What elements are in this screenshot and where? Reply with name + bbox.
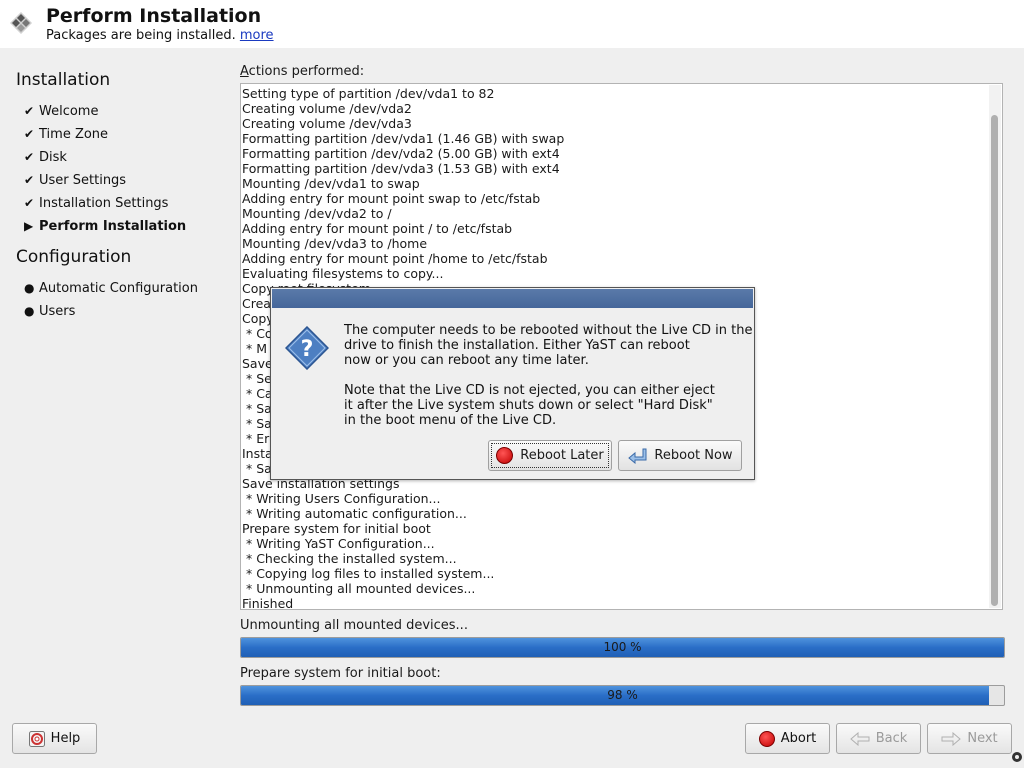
log-line: Creating volume /dev/vda2: [242, 101, 412, 116]
step-automatic-configuration: ● Automatic Configuration: [24, 281, 198, 301]
step-disk: ✔ Disk: [24, 150, 67, 170]
progress2-label: Prepare system for initial boot:: [240, 666, 441, 681]
log-line: Mounting /dev/vda3 to /home: [242, 236, 428, 251]
return-arrow-icon: [628, 448, 647, 464]
step-label: Automatic Configuration: [39, 281, 198, 296]
gear-icon: [1012, 752, 1022, 762]
step-users: ● Users: [24, 304, 75, 324]
check-icon: ✔: [24, 127, 35, 141]
log-line: Formatting partition /dev/vda1 (1.46 GB)…: [242, 131, 565, 146]
more-link[interactable]: more: [240, 28, 274, 43]
bullet-icon: ●: [24, 281, 35, 295]
step-label: Welcome: [39, 104, 99, 119]
log-line: Setting type of partition /dev/vda1 to 8…: [242, 86, 495, 101]
reboot-later-button[interactable]: Reboot Later: [488, 440, 612, 471]
arrow-right-icon: [941, 731, 962, 746]
check-icon: ✔: [24, 173, 35, 187]
actions-label-rest: ctions performed:: [248, 64, 365, 79]
log-line: Formatting partition /dev/vda3 (1.53 GB)…: [242, 161, 560, 176]
log-line: * Unmounting all mounted devices...: [242, 581, 476, 596]
log-line: * Copying log files to installed system.…: [242, 566, 495, 581]
step-user-settings: ✔ User Settings: [24, 173, 126, 193]
check-icon: ✔: [24, 104, 35, 118]
dialog-titlebar[interactable]: [272, 289, 753, 308]
step-label: Users: [39, 304, 76, 319]
help-button[interactable]: Help: [12, 723, 97, 754]
step-welcome: ✔ Welcome: [24, 104, 98, 124]
reboot-now-label: Reboot Now: [654, 448, 733, 463]
actions-performed-label: Actions performed:: [240, 64, 364, 79]
subtitle-text: Packages are being installed.: [46, 28, 236, 43]
stop-icon: [758, 730, 775, 747]
progress1-label: Unmounting all mounted devices...: [240, 618, 468, 633]
check-icon: ✔: [24, 150, 35, 164]
page-title: Perform Installation: [46, 5, 262, 27]
log-line: Mounting /dev/vda1 to swap: [242, 176, 420, 191]
log-line: * Checking the installed system...: [242, 551, 457, 566]
abort-label: Abort: [780, 731, 817, 746]
log-line: Prepare system for initial boot: [242, 521, 431, 536]
log-scrollbar[interactable]: [989, 85, 1001, 608]
progress1-text: 100 %: [603, 640, 642, 654]
step-label: Time Zone: [39, 127, 109, 142]
arrow-right-icon: ▶: [24, 219, 34, 233]
dialog-message: The computer needs to be rebooted withou…: [344, 323, 753, 428]
log-line: * Writing YaST Configuration...: [242, 536, 435, 551]
scroll-thumb[interactable]: [991, 115, 998, 606]
step-label: User Settings: [39, 173, 127, 188]
header: Perform Installation Packages are being …: [0, 0, 1024, 48]
log-line: Finished: [242, 596, 294, 610]
check-icon: ✔: [24, 196, 35, 210]
progress1-bar: 100 %: [240, 637, 1005, 658]
next-button[interactable]: Next: [927, 723, 1012, 754]
log-line: * Writing automatic configuration...: [242, 506, 467, 521]
arrow-left-icon: [849, 731, 870, 746]
installation-section-title: Installation: [16, 70, 111, 90]
bullet-icon: ●: [24, 304, 35, 318]
reboot-later-label: Reboot Later: [520, 448, 604, 463]
log-line: Creating volume /dev/vda3: [242, 116, 412, 131]
stop-icon: [496, 447, 514, 464]
lifebuoy-icon: [28, 730, 45, 747]
configuration-section-title: Configuration: [16, 247, 132, 267]
yast-logo-icon: [10, 12, 32, 34]
next-label: Next: [967, 731, 998, 746]
progress2-bar: 98 %: [240, 685, 1005, 706]
reboot-dialog: ? The computer needs to be rebooted with…: [270, 287, 755, 480]
log-line: Adding entry for mount point swap to /et…: [242, 191, 541, 206]
sidebar: Installation ✔ Welcome ✔ Time Zone ✔ Disk ✔…: [0, 48, 228, 708]
log-line: Adding entry for mount point / to /etc/f…: [242, 221, 513, 236]
step-label: Disk: [39, 150, 67, 165]
help-label: Help: [50, 731, 81, 746]
step-label: Perform Installation: [39, 219, 187, 234]
abort-button[interactable]: Abort: [745, 723, 830, 754]
back-label: Back: [875, 731, 908, 746]
question-icon: ?: [285, 326, 329, 370]
reboot-now-button[interactable]: Reboot Now: [618, 440, 742, 471]
step-perform-installation: ▶ Perform Installation: [24, 219, 186, 239]
log-line: Evaluating filesystems to copy...: [242, 266, 444, 281]
progress2-text: 98 %: [607, 688, 638, 702]
log-line: Adding entry for mount point /home to /e…: [242, 251, 548, 266]
log-line: Mounting /dev/vda2 to /: [242, 206, 392, 221]
log-line: * Writing Users Configuration...: [242, 491, 441, 506]
page-subtitle: Packages are being installed. more: [46, 28, 274, 43]
log-line: Formatting partition /dev/vda2 (5.00 GB)…: [242, 146, 560, 161]
svg-text:?: ?: [301, 337, 314, 362]
step-installation-settings: ✔ Installation Settings: [24, 196, 168, 216]
step-label: Installation Settings: [39, 196, 169, 211]
accel-char: A: [240, 64, 249, 79]
back-button[interactable]: Back: [836, 723, 921, 754]
step-time-zone: ✔ Time Zone: [24, 127, 108, 147]
